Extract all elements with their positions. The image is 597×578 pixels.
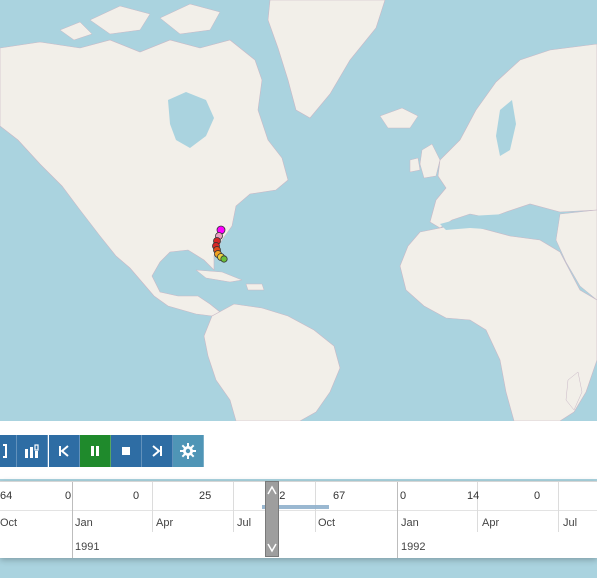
timeline-month-label: Apr [156, 517, 174, 529]
skip-forward-icon [152, 445, 162, 457]
data-layers-icon [25, 444, 39, 458]
stop-button[interactable] [111, 435, 142, 467]
timeline-year-divider [397, 482, 398, 558]
skip-forward-button[interactable] [142, 435, 173, 467]
skip-back-icon [59, 445, 69, 457]
bracket-icon [3, 444, 7, 458]
pause-button[interactable] [80, 435, 111, 467]
timeline-year-label: 1991 [75, 541, 100, 553]
timeline-count: 0 [400, 490, 407, 502]
map-bottom-strip [0, 557, 597, 578]
bracket-button[interactable] [0, 435, 17, 467]
timeline-month-label: Oct [0, 517, 18, 529]
timeline-cursor-handle[interactable] [265, 481, 279, 557]
stop-icon [122, 447, 130, 455]
track-point[interactable] [220, 255, 228, 263]
settings-button[interactable] [173, 435, 204, 467]
cursor-top-arrow-icon [267, 485, 277, 495]
timeline-count: 0 [534, 490, 541, 502]
timeline-count: 0 [133, 490, 140, 502]
layer-toolbar [0, 435, 48, 467]
timeline-month-label: Jan [401, 517, 419, 529]
timeline-year-divider [72, 482, 73, 558]
timeline-month-label: Apr [482, 517, 500, 529]
timeline-count: 64 [0, 490, 13, 502]
timeline-quarter-divider [233, 482, 234, 532]
timeline-month-label: Jul [563, 517, 578, 529]
timeline-count: 67 [333, 490, 346, 502]
gear-icon [180, 443, 196, 459]
timeline-month-label: Jul [237, 517, 252, 529]
timeline-count: 14 [467, 490, 480, 502]
timeline-month-label: Jan [75, 517, 93, 529]
timeline-year-label: 1992 [401, 541, 426, 553]
timeline-count: 0 [65, 490, 72, 502]
cursor-bottom-arrow-icon [267, 543, 277, 553]
timeline-quarter-divider [558, 482, 559, 532]
app-stage: 64 0 0 25 132 67 0 14 0 Oct Jan Apr Jul … [0, 0, 597, 578]
data-layers-button[interactable] [17, 435, 48, 467]
timeline-count: 25 [199, 490, 212, 502]
timeline-month-label: Oct [318, 517, 336, 529]
pause-icon [91, 446, 99, 456]
timeline-quarter-divider [152, 482, 153, 532]
skip-back-button[interactable] [49, 435, 80, 467]
playback-toolbar [49, 435, 204, 467]
timeline[interactable]: 64 0 0 25 132 67 0 14 0 Oct Jan Apr Jul … [0, 481, 597, 558]
